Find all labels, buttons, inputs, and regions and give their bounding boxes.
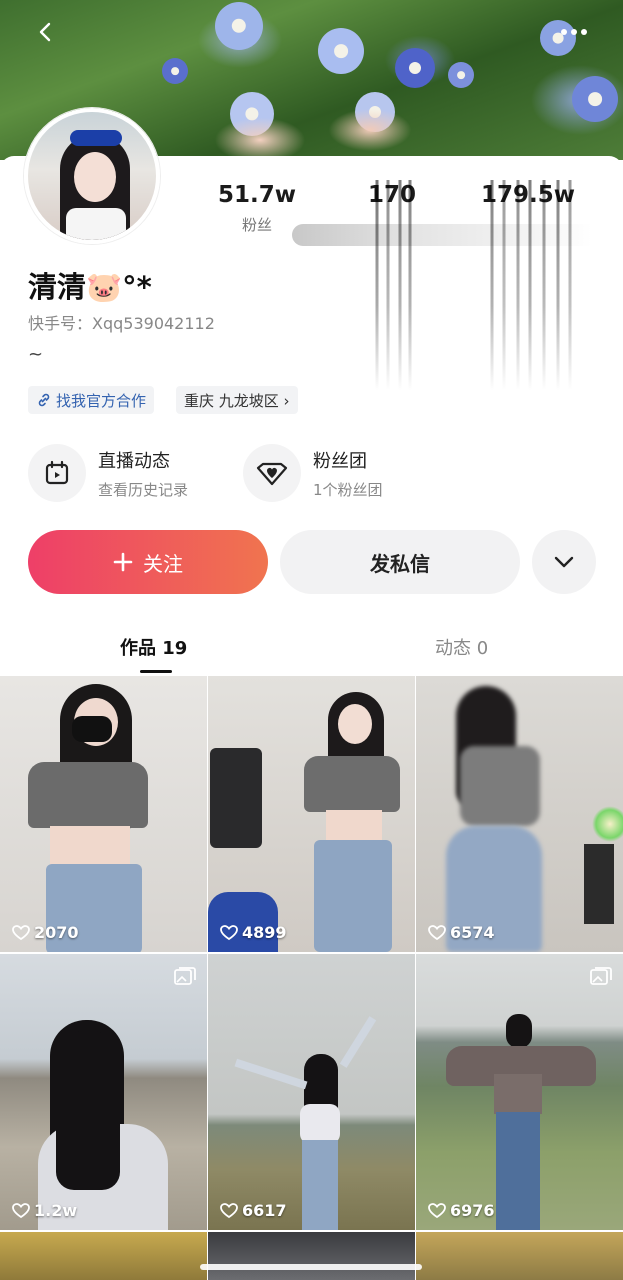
post-thumbnail[interactable]: 6976	[416, 954, 623, 1230]
profile-name: 清清🐷°*	[28, 270, 152, 304]
tab-moments[interactable]: 动态 0	[435, 634, 488, 660]
post-thumbnail[interactable]: 4899	[208, 676, 415, 952]
post-thumbnail[interactable]: 6574	[416, 676, 623, 952]
like-count: 2070	[12, 923, 79, 942]
like-value: 4899	[242, 923, 287, 942]
official-collab-tag[interactable]: 找我官方合作	[28, 386, 155, 414]
banner-hand	[200, 95, 430, 160]
message-label: 发私信	[370, 551, 430, 576]
kuaishou-id: 快手号：Xqq539042112	[28, 314, 215, 333]
like-value: 6617	[242, 1201, 287, 1220]
stat-fans[interactable]: 51.7w 粉丝	[212, 182, 302, 235]
heart-icon	[428, 1202, 446, 1218]
fan-club-link[interactable]: 粉丝团 1个粉丝团	[243, 444, 383, 502]
banner-flower	[395, 48, 435, 88]
home-indicator	[200, 1264, 422, 1270]
quick-subtitle: 查看历史记录	[98, 480, 189, 499]
post-thumbnail[interactable]: 6617	[208, 954, 415, 1230]
heart-icon	[220, 924, 238, 940]
like-count: 6976	[428, 1201, 495, 1220]
stat-likes[interactable]: 179.5w	[476, 182, 580, 208]
heart-badge-icon	[243, 444, 301, 502]
quick-title: 粉丝团	[313, 450, 367, 472]
link-icon	[38, 393, 50, 407]
like-count: 4899	[220, 923, 287, 942]
message-button[interactable]: 发私信	[280, 530, 520, 594]
stat-value: 170	[367, 182, 416, 208]
like-value: 1.2w	[34, 1201, 78, 1220]
like-count: 1.2w	[12, 1201, 77, 1220]
quick-subtitle: 1个粉丝团	[313, 480, 383, 499]
tag-label: 找我官方合作	[56, 391, 147, 410]
album-icon	[590, 967, 612, 985]
post-thumbnail[interactable]: 1.2w	[0, 954, 207, 1230]
like-count: 6574	[428, 923, 495, 942]
tag-label: 重庆 九龙坡区 ›	[184, 391, 290, 410]
stat-following[interactable]: 170	[350, 182, 434, 208]
heart-icon	[220, 1202, 238, 1218]
stat-value: 51.7w	[218, 182, 296, 208]
tab-works[interactable]: 作品 19	[120, 634, 187, 660]
live-history-link[interactable]: 直播动态 查看历史记录	[28, 444, 188, 502]
location-tag[interactable]: 重庆 九龙坡区 ›	[176, 386, 298, 414]
post-thumbnail[interactable]	[0, 1232, 207, 1280]
back-button[interactable]	[26, 12, 66, 52]
stat-label: 粉丝	[241, 216, 272, 234]
banner-flower	[318, 28, 364, 74]
follow-button[interactable]: 关注	[28, 530, 268, 594]
banner-flower	[215, 2, 263, 50]
avatar[interactable]	[24, 108, 160, 244]
banner-flower	[162, 58, 188, 84]
heart-icon	[428, 924, 446, 940]
post-thumbnail[interactable]: 2070	[0, 676, 207, 952]
album-icon	[174, 967, 196, 985]
banner-flower	[448, 62, 474, 88]
heart-icon	[12, 924, 30, 940]
plus-icon	[113, 552, 133, 572]
more-actions-button[interactable]	[532, 530, 596, 594]
stat-value: 179.5w	[481, 182, 575, 208]
heart-icon	[12, 1202, 30, 1218]
post-thumbnail[interactable]	[208, 1232, 415, 1280]
more-button[interactable]	[554, 12, 594, 52]
post-thumbnail[interactable]	[416, 1232, 623, 1280]
render-glitch-bar	[292, 224, 592, 246]
like-value: 6574	[450, 923, 495, 942]
like-value: 2070	[34, 923, 79, 942]
like-value: 6976	[450, 1201, 495, 1220]
banner-flower	[572, 76, 618, 122]
profile-bio: ~	[28, 344, 44, 365]
calendar-play-icon	[28, 444, 86, 502]
like-count: 6617	[220, 1201, 287, 1220]
follow-label: 关注	[143, 551, 183, 576]
chevron-down-icon	[554, 556, 574, 568]
ellipsis-icon	[561, 29, 587, 35]
chevron-left-icon	[39, 22, 51, 42]
tab-underline	[140, 670, 172, 673]
quick-title: 直播动态	[98, 450, 170, 472]
